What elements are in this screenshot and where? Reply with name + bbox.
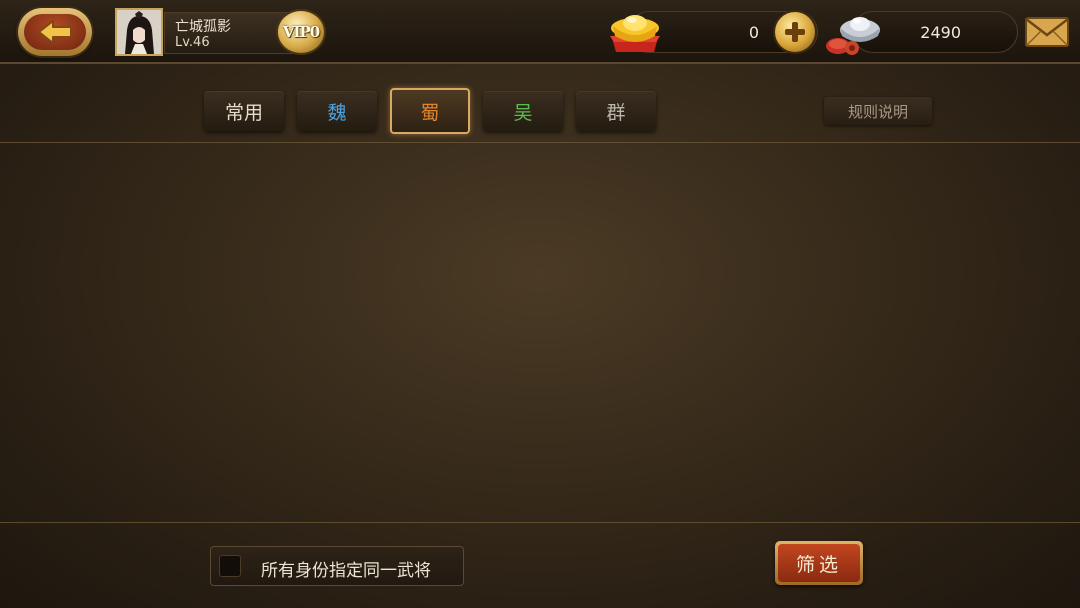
tab-qun[interactable]: 群 (576, 91, 656, 131)
rules-button[interactable]: 规则说明 (824, 97, 932, 125)
mail-icon[interactable] (1024, 16, 1070, 48)
filter-button[interactable]: 筛选 (775, 541, 863, 585)
plus-icon (785, 22, 805, 42)
back-arrow-icon (24, 14, 86, 50)
gold-amount: 0 (748, 23, 759, 42)
player-level: Lv.46 (175, 35, 210, 50)
tab-wu[interactable]: 吴 (483, 91, 563, 131)
player-avatar[interactable] (115, 8, 163, 56)
tab-wei[interactable]: 魏 (297, 91, 377, 131)
silver-amount: 2490 (920, 23, 961, 42)
same-general-checkbox[interactable] (219, 555, 241, 577)
same-general-option[interactable]: 所有身份指定同一武将 (210, 546, 464, 586)
vip-badge[interactable]: VIP0 (278, 11, 324, 53)
filter-button-label: 筛选 (778, 544, 860, 582)
top-bar: 亡城孤影 Lv.46 VIP0 0 2490 (0, 0, 1080, 64)
gold-ingot-icon (606, 8, 664, 56)
general-list-area (0, 143, 1080, 522)
player-name: 亡城孤影 (175, 19, 231, 35)
back-button[interactable] (18, 8, 92, 56)
tab-shu[interactable]: 蜀 (390, 88, 470, 134)
silver-ingot-icon (822, 6, 884, 58)
same-general-label: 所有身份指定同一武将 (261, 561, 431, 581)
divider (0, 522, 1080, 523)
add-currency-button[interactable] (775, 12, 815, 52)
tab-common[interactable]: 常用 (204, 91, 284, 131)
